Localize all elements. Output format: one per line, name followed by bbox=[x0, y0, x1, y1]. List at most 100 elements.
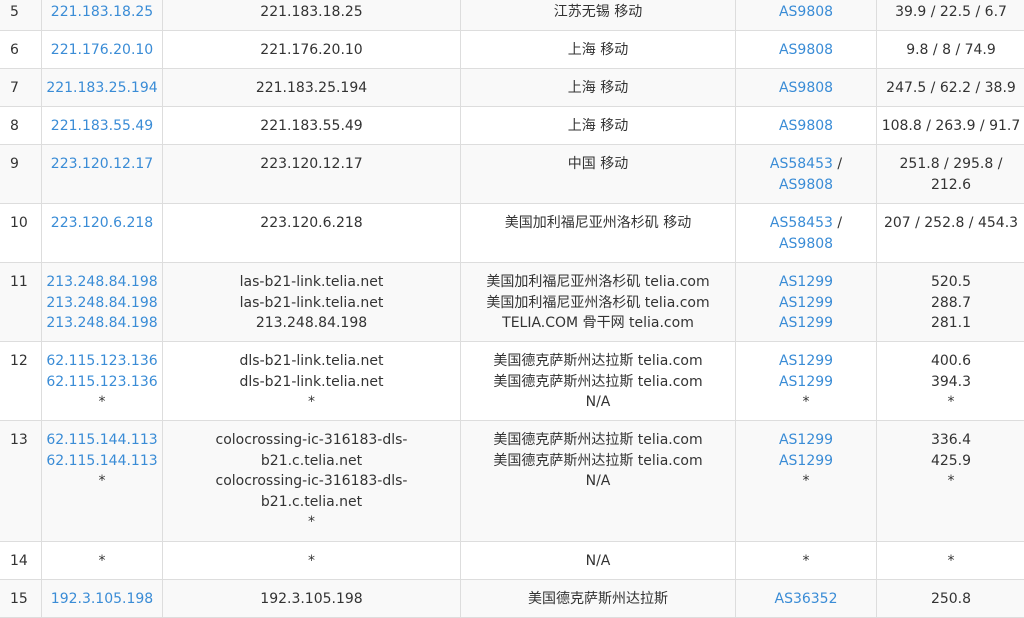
latency-text: 251.8 / 295.8 / bbox=[877, 154, 1024, 175]
asn-line: AS9808 bbox=[736, 78, 876, 99]
ip-link[interactable]: 213.248.84.198 bbox=[42, 293, 162, 314]
asn-line: AS1299 bbox=[736, 313, 876, 334]
hop-cell: 5 bbox=[0, 0, 42, 31]
ip-link[interactable]: 223.120.12.17 bbox=[42, 154, 162, 175]
ip-link[interactable]: 213.248.84.198 bbox=[42, 272, 162, 293]
ip-cell: 223.120.6.218 bbox=[42, 204, 163, 263]
time-cell: 400.6394.3* bbox=[877, 342, 1024, 421]
asn-link[interactable]: AS9808 bbox=[779, 80, 833, 96]
asn-link[interactable]: AS9808 bbox=[779, 236, 833, 252]
table-row: 1262.115.123.13662.115.123.136 * dls-b21-l… bbox=[0, 342, 1024, 421]
latency-text: 9.8 / 8 / 74.9 bbox=[877, 40, 1024, 61]
location-text: 美国德克萨斯州达拉斯 telia.com bbox=[461, 451, 735, 472]
latency-text: 212.6 bbox=[877, 175, 1024, 196]
latency-text: 207 / 252.8 / 454.3 bbox=[877, 213, 1024, 234]
asn-cell: AS58453 / AS9808 bbox=[736, 145, 877, 204]
location-text: N/A bbox=[461, 471, 735, 492]
location-text: 美国德克萨斯州达拉斯 telia.com bbox=[461, 430, 735, 451]
asn-line: AS1299 bbox=[736, 451, 876, 472]
hostname: * bbox=[207, 551, 417, 572]
location-text: 江苏无锡 移动 bbox=[461, 2, 735, 23]
location-text: N/A bbox=[461, 392, 735, 413]
ip-link[interactable]: 213.248.84.198 bbox=[42, 313, 162, 334]
ip-link[interactable]: 221.183.18.25 bbox=[42, 2, 162, 23]
location-text: 美国加利福尼亚州洛杉矶 telia.com bbox=[461, 293, 735, 314]
hop-number: 11 bbox=[10, 272, 41, 293]
asn-link[interactable]: AS1299 bbox=[779, 274, 833, 290]
ip-link[interactable]: 62.115.144.113 bbox=[42, 430, 162, 451]
latency-text: 281.1 bbox=[877, 313, 1024, 334]
hop-number: 12 bbox=[10, 351, 41, 372]
ip-cell: 62.115.144.11362.115.144.113* bbox=[42, 421, 163, 542]
ip-link: * bbox=[42, 551, 162, 572]
asn-line: AS58453 / bbox=[736, 154, 876, 175]
asn-link[interactable]: AS36352 bbox=[775, 591, 838, 607]
location-text: 上海 移动 bbox=[461, 40, 735, 61]
host-cell: * bbox=[163, 542, 461, 580]
asn-link[interactable]: AS9808 bbox=[779, 42, 833, 58]
ip-link[interactable]: 223.120.6.218 bbox=[42, 213, 162, 234]
hop-cell: 6 bbox=[0, 31, 42, 69]
asn-link[interactable]: AS9808 bbox=[779, 4, 833, 20]
ip-link[interactable]: 62.115.123.136 bbox=[42, 372, 162, 393]
host-cell: 221.183.18.25 bbox=[163, 0, 461, 31]
hostname: dls-b21-link.telia.net bbox=[207, 372, 417, 393]
ip-link[interactable]: 221.183.25.194 bbox=[42, 78, 162, 99]
latency-text: 520.5 bbox=[877, 272, 1024, 293]
asn-line: AS9808 bbox=[736, 2, 876, 23]
location-text: TELIA.COM 骨干网 telia.com bbox=[461, 313, 735, 334]
table-row: 9223.120.12.17223.120.12.17中国 移动AS58453 … bbox=[0, 145, 1024, 204]
asn-link[interactable]: AS9808 bbox=[779, 118, 833, 134]
hostname: 223.120.12.17 bbox=[207, 154, 417, 175]
ip-cell: 221.183.25.194 bbox=[42, 69, 163, 107]
asn-link[interactable]: AS1299 bbox=[779, 374, 833, 390]
asn-line: * bbox=[736, 551, 876, 572]
asn-line: * bbox=[736, 471, 876, 492]
ip-link[interactable]: 62.115.123.136 bbox=[42, 351, 162, 372]
ip-cell: 223.120.12.17 bbox=[42, 145, 163, 204]
time-cell: 247.5 / 62.2 / 38.9 bbox=[877, 69, 1024, 107]
hop-cell: 9 bbox=[0, 145, 42, 204]
asn-cell: AS36352 bbox=[736, 580, 877, 618]
hop-cell: 15 bbox=[0, 580, 42, 618]
asn-link[interactable]: AS1299 bbox=[779, 353, 833, 369]
location-text: N/A bbox=[461, 551, 735, 572]
latency-text: * bbox=[877, 471, 1024, 492]
ip-link[interactable]: 192.3.105.198 bbox=[42, 589, 162, 610]
hostname: * bbox=[207, 512, 417, 533]
location-cell: 美国德克萨斯州达拉斯 telia.com美国德克萨斯州达拉斯 telia.com… bbox=[461, 342, 736, 421]
asn-link[interactable]: AS58453 bbox=[770, 156, 833, 172]
location-text: 美国加利福尼亚州洛杉矶 telia.com bbox=[461, 272, 735, 293]
table-row: 1362.115.144.11362.115.144.113*colocross… bbox=[0, 421, 1024, 542]
asn-line: AS1299 bbox=[736, 272, 876, 293]
hostname: 221.176.20.10 bbox=[207, 40, 417, 61]
ip-link[interactable]: 62.115.144.113 bbox=[42, 451, 162, 472]
asn-link[interactable]: AS1299 bbox=[779, 315, 833, 331]
ip-link[interactable]: 221.183.55.49 bbox=[42, 116, 162, 137]
asn-line: AS36352 bbox=[736, 589, 876, 610]
asn-link[interactable]: AS9808 bbox=[779, 177, 833, 193]
location-cell: 上海 移动 bbox=[461, 69, 736, 107]
ip-cell: 213.248.84.198213.248.84.198213.248.84.1… bbox=[42, 263, 163, 342]
asn-line: AS1299 bbox=[736, 372, 876, 393]
asn-cell: AS9808 bbox=[736, 69, 877, 107]
asn-line: AS9808 bbox=[736, 175, 876, 196]
time-cell: 251.8 / 295.8 /212.6 bbox=[877, 145, 1024, 204]
asn-link[interactable]: AS1299 bbox=[779, 432, 833, 448]
location-cell: 上海 移动 bbox=[461, 31, 736, 69]
hostname: colocrossing-ic-316183-dls-b21.c.telia.n… bbox=[207, 471, 417, 512]
asn-link[interactable]: AS1299 bbox=[779, 295, 833, 311]
latency-text: 400.6 bbox=[877, 351, 1024, 372]
ip-cell: * bbox=[42, 542, 163, 580]
asn-cell: * bbox=[736, 542, 877, 580]
latency-text: 247.5 / 62.2 / 38.9 bbox=[877, 78, 1024, 99]
hop-cell: 10 bbox=[0, 204, 42, 263]
latency-text: * bbox=[877, 392, 1024, 413]
asn-link[interactable]: AS1299 bbox=[779, 453, 833, 469]
asn-cell: AS9808 bbox=[736, 107, 877, 145]
asn-cell: AS1299 AS1299 * bbox=[736, 421, 877, 542]
asn-line: AS9808 bbox=[736, 116, 876, 137]
asn-link[interactable]: AS58453 bbox=[770, 215, 833, 231]
location-text: 中国 移动 bbox=[461, 154, 735, 175]
ip-link[interactable]: 221.176.20.10 bbox=[42, 40, 162, 61]
